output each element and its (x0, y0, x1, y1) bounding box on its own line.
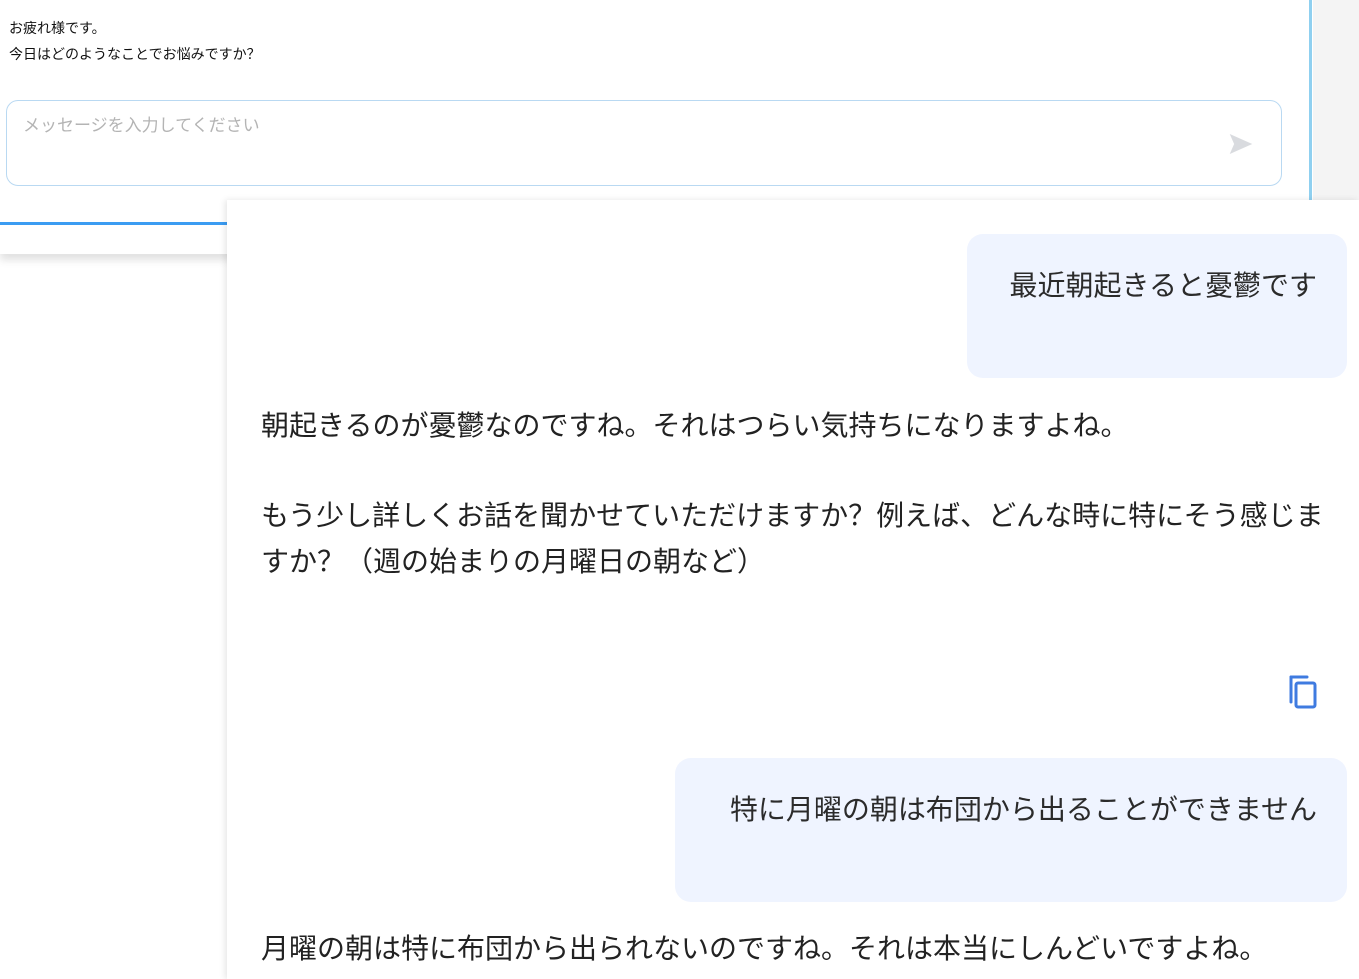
message-input[interactable] (23, 111, 1203, 141)
greeting-line-1: お疲れ様です。 (9, 21, 106, 37)
assistant-message-paragraph: 月曜の朝は特に布団から出られないのですね。それは本当にしんどいですよね。 (261, 932, 1268, 965)
user-message-text: 最近朝起きると憂鬱です (1009, 269, 1317, 302)
chat-conversation-panel: 最近朝起きると憂鬱です 朝起きるのが憂鬱なのですね。それはつらい気持ちになります… (227, 200, 1359, 979)
user-message-bubble: 特に月曜の朝は布団から出ることができません (675, 758, 1347, 902)
user-message-bubble: 最近朝起きると憂鬱です (967, 234, 1347, 378)
scrollbar-track[interactable] (1313, 0, 1359, 200)
window-edge-accent (1309, 0, 1312, 200)
user-message-text: 特に月曜の朝は布団から出ることができません (729, 793, 1317, 826)
send-button[interactable] (1225, 129, 1257, 161)
greeting-message: お疲れ様です。 今日はどのようなことでお悩みですか？ (9, 16, 261, 68)
greeting-line-2: 今日はどのようなことでお悩みですか？ (9, 47, 261, 63)
message-input-container (6, 100, 1282, 186)
assistant-message: 朝起きるのが憂鬱なのですね。それはつらい気持ちになりますよね。 もう少し詳しくお… (261, 403, 1351, 585)
assistant-message-paragraph: もう少し詳しくお話を聞かせていただけますか？例えば、どんな時に特にそう感じますか… (261, 499, 1324, 578)
send-icon (1229, 134, 1253, 154)
assistant-message: 月曜の朝は特に布団から出られないのですね。それは本当にしんどいですよね。 (261, 926, 1351, 972)
copy-icon (1289, 675, 1317, 709)
active-tab-indicator (0, 222, 240, 225)
copy-button[interactable] (1287, 674, 1321, 712)
assistant-message-paragraph: 朝起きるのが憂鬱なのですね。それはつらい気持ちになりますよね。 (261, 409, 1129, 442)
